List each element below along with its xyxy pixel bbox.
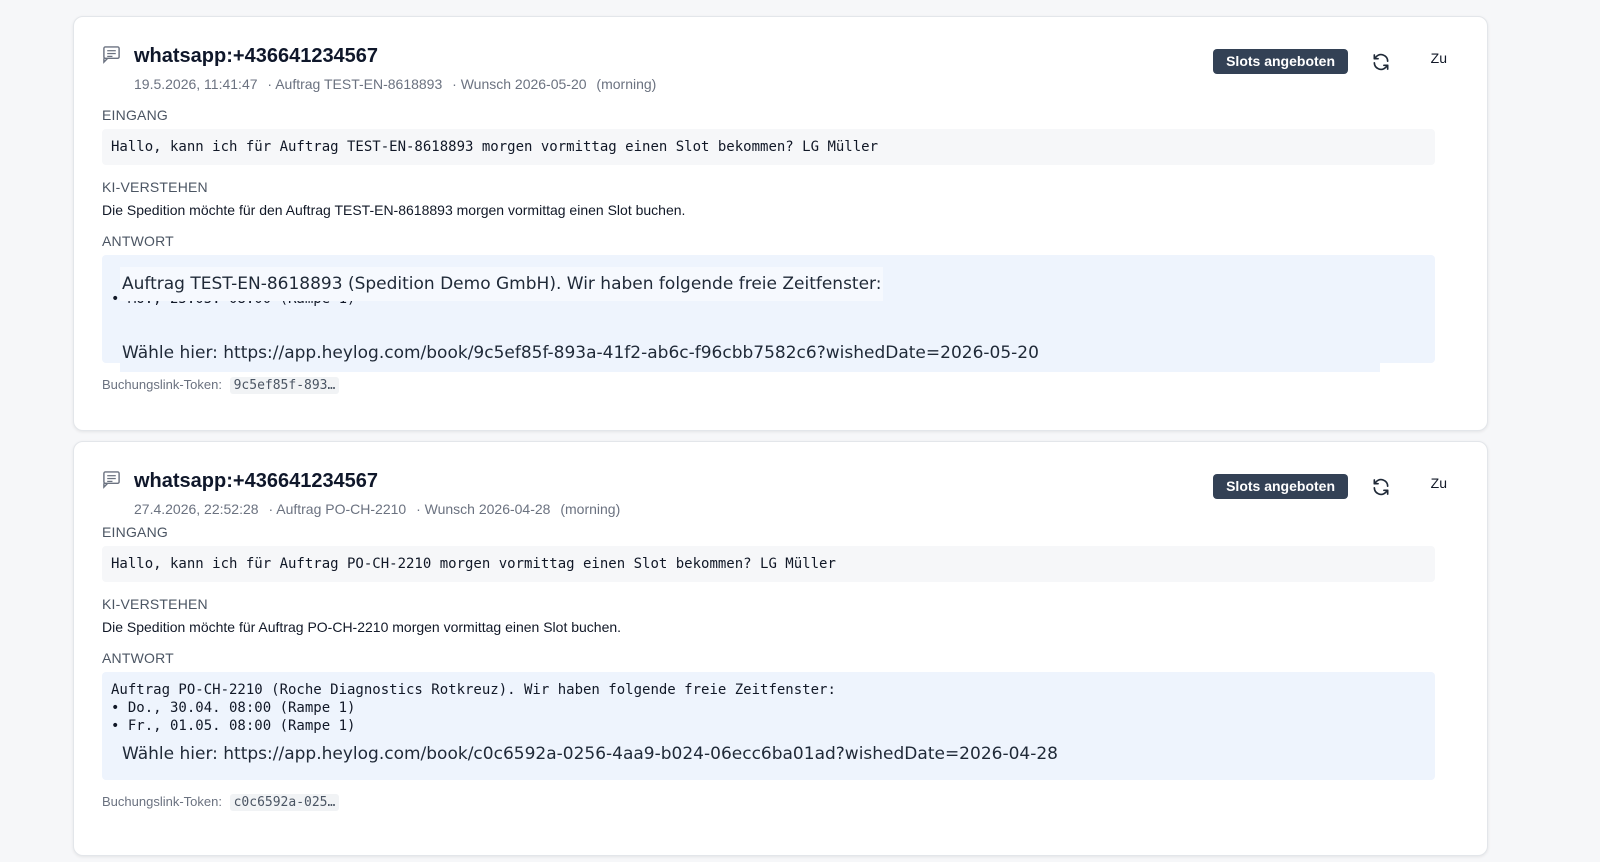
token-row: Buchungslink-Token: c0c6592a-025… (102, 794, 340, 811)
order-ref: · Auftrag TEST-EN-8618893 (267, 76, 443, 92)
token-value: c0c6592a-025… (229, 794, 340, 811)
reply-link-line[interactable]: Wähle hier: https://app.heylog.com/book/… (120, 740, 1060, 768)
message-card: whatsapp:+436641234567 19.5.2026, 11:41:… (73, 16, 1488, 431)
reply-intro-line: Auftrag PO-CH-2210 (Roche Diagnostics Ro… (111, 682, 836, 698)
message-meta: 19.5.2026, 11:41:47 · Auftrag TEST-EN-86… (134, 76, 662, 92)
timestamp: 19.5.2026, 11:41:47 (134, 76, 258, 92)
understanding-text: Die Spedition möchte für Auftrag PO-CH-2… (102, 619, 622, 635)
message-icon (103, 46, 120, 64)
understanding-label: KI-VERSTEHEN (102, 179, 208, 195)
token-value: 9c5ef85f-893… (229, 377, 340, 394)
timestamp: 27.4.2026, 22:52:28 (134, 501, 259, 517)
token-label: Buchungslink-Token: (102, 377, 222, 392)
refresh-button[interactable] (1367, 473, 1395, 501)
sender-title: whatsapp:+436641234567 (134, 470, 379, 492)
reply-label: ANTWORT (102, 650, 174, 666)
refresh-button[interactable] (1367, 48, 1395, 76)
incoming-message: Hallo, kann ich für Auftrag TEST-EN-8618… (102, 129, 1435, 165)
wished-date: · Wunsch 2026-05-20 (452, 76, 587, 92)
order-ref: · Auftrag PO-CH-2210 (268, 501, 407, 517)
close-button[interactable]: Zu (1431, 475, 1447, 491)
wished-date: · Wunsch 2026-04-28 (416, 501, 551, 517)
daypart: (morning) (560, 501, 621, 517)
understanding-label: KI-VERSTEHEN (102, 596, 208, 612)
incoming-label: EINGANG (102, 107, 168, 123)
close-button[interactable]: Zu (1431, 50, 1447, 66)
message-card: whatsapp:+436641234567 27.4.2026, 22:52:… (73, 441, 1488, 856)
understanding-text: Die Spedition möchte für den Auftrag TES… (102, 202, 686, 218)
incoming-label: EINGANG (102, 524, 168, 540)
token-label: Buchungslink-Token: (102, 794, 222, 809)
daypart: (morning) (596, 76, 657, 92)
token-row: Buchungslink-Token: 9c5ef85f-893… (102, 377, 340, 394)
reply-link-line[interactable]: Wähle hier: https://app.heylog.com/book/… (120, 342, 1380, 372)
message-icon (103, 471, 120, 489)
message-meta: 27.4.2026, 22:52:28 · Auftrag PO-CH-2210… (134, 501, 626, 517)
reply-label: ANTWORT (102, 233, 174, 249)
status-badge: Slots angeboten (1213, 474, 1348, 499)
reply-intro-line: Auftrag TEST-EN-8618893 (Spedition Demo … (120, 267, 884, 301)
reply-slot-line: • Do., 30.04. 08:00 (Rampe 1) (111, 700, 356, 716)
incoming-message: Hallo, kann ich für Auftrag PO-CH-2210 m… (102, 546, 1435, 582)
sender-title: whatsapp:+436641234567 (134, 45, 379, 67)
reply-slot-line: • Fr., 01.05. 08:00 (Rampe 1) (111, 718, 356, 734)
refresh-icon (1373, 53, 1389, 71)
status-badge: Slots angeboten (1213, 49, 1348, 74)
refresh-icon (1373, 478, 1389, 496)
